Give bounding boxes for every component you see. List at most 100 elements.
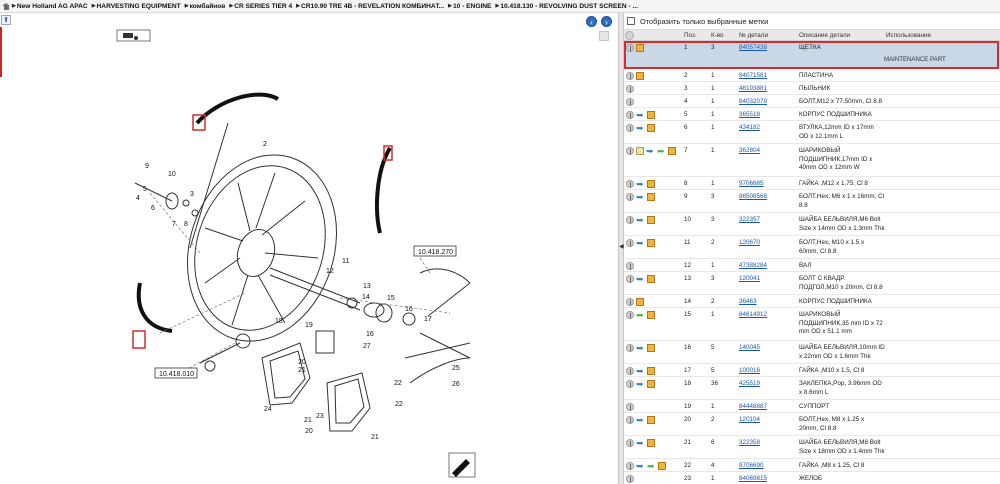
table-row[interactable]: ➥ 16 5 140045 ШАЙБА БЕЛЬВИЛЯ,10mm ID x 22mm … xyxy=(624,341,1000,364)
table-row[interactable]: ➥ 17 5 100016 ГАЙКА ,M10 x 1.5, Cl 8 xyxy=(624,364,1000,377)
expand-icon[interactable] xyxy=(626,147,634,155)
part-number-link[interactable]: 84614912 xyxy=(739,311,767,320)
label-20[interactable]: 20 xyxy=(298,359,306,366)
label-27[interactable]: 27 xyxy=(363,343,371,350)
expand-icon[interactable] xyxy=(626,439,634,447)
expand-icon[interactable] xyxy=(626,380,634,388)
col-usage[interactable]: Использование xyxy=(886,32,931,39)
expand-icon[interactable] xyxy=(626,311,634,319)
breadcrumb-item[interactable]: ▶ CR SERIES TIER 4 xyxy=(229,3,292,10)
breadcrumb-item[interactable]: ▶ комбайнов xyxy=(185,3,226,10)
expand-icon[interactable] xyxy=(626,403,634,411)
table-row[interactable]: ➥ 10 3 322357 ШАЙБА БЕЛЬВИЛЯ,M6 Bolt Size x … xyxy=(624,213,1000,236)
breadcrumb-item[interactable]: ▶ CR10.90 TRE 4B - REVELATION КОМБИНАТ... xyxy=(296,3,444,10)
table-row[interactable]: ➥ 11 2 120670 БОЛТ,Hex, M10 x 1.5 x 60mm, Cl… xyxy=(624,236,1000,259)
expand-icon[interactable] xyxy=(626,216,634,224)
part-number-link[interactable]: 322358 xyxy=(739,439,760,448)
label-15[interactable]: 15 xyxy=(387,295,395,302)
expand-icon[interactable] xyxy=(626,111,634,119)
brush-arc[interactable] xyxy=(195,92,280,125)
table-row[interactable]: 19 1 84448887 СУППОРТ xyxy=(624,400,1000,413)
col-pos[interactable]: Поз. xyxy=(684,32,697,39)
label-11[interactable]: 11 xyxy=(342,258,349,265)
expand-icon[interactable] xyxy=(626,193,634,201)
expand-icon[interactable] xyxy=(626,416,634,424)
expand-icon[interactable] xyxy=(626,44,634,52)
label-23[interactable]: 23 xyxy=(316,413,324,420)
table-row[interactable]: 14 2 36463 КОРПУС ПОДШИПНИКА xyxy=(624,295,1000,308)
show-selected-checkbox[interactable] xyxy=(627,17,635,25)
part-number-link[interactable]: 36463 xyxy=(739,298,757,307)
col-description[interactable]: Описание детали xyxy=(799,32,850,39)
part-number-link[interactable]: 9706685 xyxy=(739,180,764,189)
table-row[interactable]: ➥ 18 36 425519 ЗАКЛЕПКА,Pop, 3.96mm OD x 8.6… xyxy=(624,377,1000,400)
part-number-link[interactable]: 48193881 xyxy=(739,85,767,94)
home-icon[interactable] xyxy=(2,2,10,10)
label-9[interactable]: 9 xyxy=(145,163,149,170)
table-row[interactable]: ➥ ➦ 22 4 9706690 ГАЙКА ,M8 x 1.25, Cl 8 xyxy=(624,459,1000,472)
label-26[interactable]: 26 xyxy=(452,381,460,388)
label-21[interactable]: 21 xyxy=(371,434,379,441)
label-16[interactable]: 16 xyxy=(405,306,413,313)
svg-text:10.418.010[interactable]: 10.418.010 xyxy=(159,371,194,378)
table-row[interactable]: 2 1 84071581 ПЛАСТИНА xyxy=(624,69,1000,82)
expand-icon[interactable] xyxy=(626,85,634,93)
breadcrumb-item[interactable]: ▶ 10.418.130 - REVOLVING DUST SCREEN - ..… xyxy=(495,3,638,10)
label-10[interactable]: 10 xyxy=(168,171,176,178)
label-7[interactable]: 7 xyxy=(172,221,176,228)
expand-icon[interactable] xyxy=(626,367,634,375)
part-number-link[interactable]: 84032079 xyxy=(739,98,767,107)
brush-arc[interactable] xyxy=(136,282,173,333)
label-16[interactable]: 16 xyxy=(366,331,374,338)
table-row[interactable]: ➥ 9 3 86508568 БОЛТ,Hex, M6 x 1 x 16mm, Cl 8… xyxy=(624,190,1000,213)
expand-icon[interactable] xyxy=(626,124,634,132)
label-21[interactable]: 21 xyxy=(304,417,312,424)
table-row[interactable]: 4 1 84032079 БОЛТ,M12 x 77.50mm, Cl 8.8 xyxy=(624,95,1000,108)
reference-10-418-010[interactable]: 10.418.010 xyxy=(154,367,198,379)
label-6[interactable]: 6 xyxy=(151,205,155,212)
part-number-link[interactable]: 9706690 xyxy=(739,462,764,471)
expand-icon[interactable] xyxy=(626,180,634,188)
label-24[interactable]: 24 xyxy=(264,406,272,413)
parts-diagram[interactable]: 2 9 10 5 4 6 7 8 3 11 12 13 14 15 16 16 … xyxy=(0,13,618,484)
label-2[interactable]: 2 xyxy=(263,141,267,148)
flip-page-icon[interactable] xyxy=(448,452,476,478)
part-number-link[interactable]: 434182 xyxy=(739,124,760,133)
part-number-link[interactable]: 120041 xyxy=(739,275,760,284)
label-12[interactable]: 12 xyxy=(326,268,334,275)
expand-icon[interactable] xyxy=(626,462,634,470)
part-number-link[interactable]: 47388284 xyxy=(739,262,767,271)
shaft-assembly[interactable] xyxy=(134,182,416,372)
label-4[interactable]: 4 xyxy=(136,195,140,202)
breadcrumb-item[interactable]: ▶ 10 - ENGINE xyxy=(448,3,491,10)
table-row[interactable]: ➥ 13 3 120041 БОЛТ С КВАДР. ПОДГОЛ,M10 x 20m… xyxy=(624,272,1000,295)
screen-wheel[interactable] xyxy=(164,122,360,361)
reference-10-418-270[interactable]: 10.418.270 xyxy=(413,245,457,257)
table-row[interactable]: ➥ ➦ 7 1 362804 ШАРИКОВЫЙ ПОДШИПНИК,17mm ID x … xyxy=(624,144,1000,177)
label-8[interactable]: 8 xyxy=(184,221,188,228)
table-row[interactable]: 23 1 84069815 ЖЕЛОБ xyxy=(624,472,1000,484)
label-5[interactable]: 5 xyxy=(143,186,147,193)
col-qty[interactable]: К-во xyxy=(711,32,724,39)
expand-icon[interactable] xyxy=(626,239,634,247)
label-20[interactable]: 20 xyxy=(305,428,313,435)
label-21[interactable]: 21 xyxy=(298,367,306,374)
table-row[interactable]: 12 1 47388284 ВАЛ xyxy=(624,259,1000,272)
part-number-link[interactable]: 322357 xyxy=(739,216,760,225)
col-part-number[interactable]: № детали xyxy=(739,32,768,39)
table-row[interactable]: ➥ 21 6 322358 ШАЙБА БЕЛЬВИЛЯ,M8 Bolt Size x … xyxy=(624,436,1000,459)
table-row[interactable]: ➥ 5 1 365518 КОРПУС ПОДШИПНИКА xyxy=(624,108,1000,121)
table-row[interactable]: ➥ 6 1 434182 ВТУЛКА,12mm ID x 17mm OD x 12.1… xyxy=(624,121,1000,144)
label-17[interactable]: 17 xyxy=(424,316,432,323)
collapse-arrow-icon[interactable]: ◀ xyxy=(619,243,624,250)
table-row[interactable]: 3 1 48193881 ПЫЛЬНИК xyxy=(624,82,1000,95)
expand-icon[interactable] xyxy=(626,344,634,352)
expand-icon[interactable] xyxy=(626,275,634,283)
part-number-link[interactable]: 362804 xyxy=(739,147,760,156)
part-number-link[interactable]: 84069815 xyxy=(739,475,767,484)
table-row[interactable]: ➥ 8 1 9706685 ГАЙКА ,M12 x 1.75, Cl 8 xyxy=(624,177,1000,190)
expand-icon[interactable] xyxy=(626,98,634,106)
expand-icon[interactable] xyxy=(626,298,634,306)
table-row[interactable]: 1 3 84057438 ЩЕТКА MAINTENANCE PART xyxy=(624,41,1000,69)
brush-highlight-box[interactable] xyxy=(132,330,146,349)
